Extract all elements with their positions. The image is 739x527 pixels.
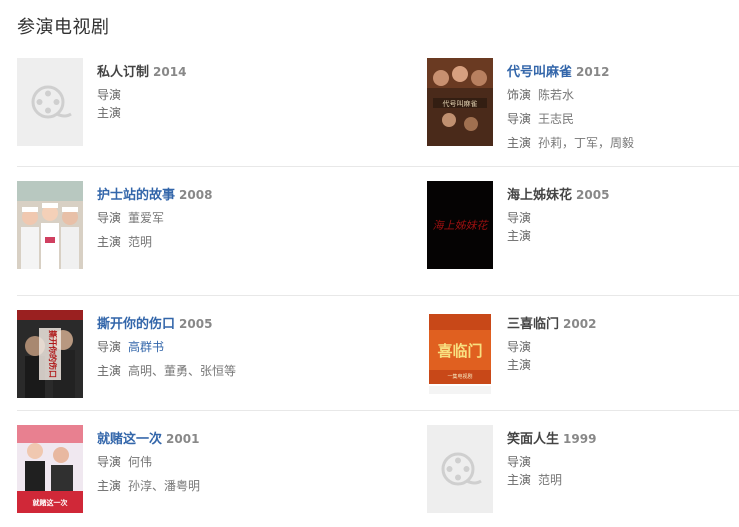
- list-row: 就赌这一次 就赌这一次 2001 导演 何伟 主演 孙淳、潘粤明 笑面人生 19…: [17, 411, 739, 527]
- svg-text:喜临门: 喜临门: [437, 342, 482, 360]
- director-link[interactable]: 高群书: [128, 340, 164, 354]
- list-row: 撕开你的伤口 撕开你的伤口 2005 导演 高群书 主演 高明、董勇、张恒等 喜临门 …: [17, 296, 739, 411]
- work-year: 1999: [563, 432, 597, 446]
- role-label: 饰演: [507, 88, 532, 102]
- work-title-link[interactable]: 撕开你的伤口: [97, 317, 175, 332]
- work-title-link[interactable]: 代号叫麻雀: [507, 65, 572, 80]
- list-row: 私人订制 2014 导演 主演 代号叫麻雀 代号叫麻雀 2012 饰演 陈若水 …: [17, 58, 739, 167]
- tv-drama-list: 私人订制 2014 导演 主演 代号叫麻雀 代号叫麻雀 2012 饰演 陈若水 …: [17, 58, 739, 527]
- cast-value: 孙淳、潘粤明: [128, 479, 201, 493]
- role-value: 陈若水: [538, 88, 575, 102]
- cast-value: 范明: [128, 235, 153, 249]
- svg-text:撕开你的伤口: 撕开你的伤口: [48, 330, 58, 378]
- cast-label: 主演: [97, 235, 122, 249]
- cast-value: 孙莉，丁军，周毅: [538, 136, 635, 150]
- cast-label: 主演: [507, 473, 532, 487]
- director-value: 何伟: [128, 455, 153, 469]
- poster-placeholder[interactable]: [427, 425, 493, 513]
- work-year: 2005: [576, 188, 610, 202]
- poster-hushizhandegushi[interactable]: [17, 181, 83, 269]
- work-title: 三喜临门: [507, 317, 560, 332]
- director-label: 导演: [97, 455, 122, 469]
- cast-label: 主演: [507, 229, 532, 243]
- svg-text:海上姊妹花: 海上姊妹花: [433, 219, 490, 232]
- work-title: 笑面人生: [507, 432, 560, 447]
- poster-sikainideshangkou[interactable]: 撕开你的伤口: [17, 310, 83, 398]
- work-title: 私人订制: [97, 65, 150, 80]
- director-label: 导演: [507, 455, 532, 469]
- cast-label: 主演: [97, 479, 122, 493]
- work-title: 海上姊妹花: [507, 188, 573, 203]
- poster-sanxilinmen[interactable]: 喜临门 一集电视剧: [427, 310, 493, 398]
- director-label: 导演: [97, 88, 122, 102]
- director-value: 董爱军: [128, 211, 165, 225]
- film-reel-icon: [31, 85, 72, 119]
- poster-daihaojiaomaque[interactable]: 代号叫麻雀: [427, 58, 493, 146]
- poster-haishangzimeihua[interactable]: 海上姊妹花: [427, 181, 493, 269]
- work-year: 2008: [179, 188, 213, 202]
- work-year: 2014: [153, 65, 187, 79]
- director-label: 导演: [97, 340, 122, 354]
- poster-placeholder[interactable]: [17, 58, 83, 146]
- cast-label: 主演: [97, 364, 122, 378]
- svg-text:代号叫麻雀: 代号叫麻雀: [443, 99, 478, 108]
- cast-label: 主演: [97, 106, 122, 120]
- director-value: 王志民: [538, 112, 575, 126]
- director-label: 导演: [507, 340, 532, 354]
- cast-value: 范明: [538, 473, 563, 487]
- work-year: 2005: [179, 317, 213, 331]
- director-label: 导演: [507, 211, 532, 225]
- svg-text:一集电视剧: 一集电视剧: [447, 373, 472, 380]
- section-title: 参演电视剧: [17, 17, 110, 38]
- work-title-link[interactable]: 就赌这一次: [97, 432, 162, 447]
- work-year: 2002: [563, 317, 597, 331]
- cast-label: 主演: [507, 136, 532, 150]
- film-reel-icon: [441, 452, 482, 486]
- director-label: 导演: [507, 112, 532, 126]
- svg-text:就赌这一次: 就赌这一次: [33, 498, 68, 507]
- director-label: 导演: [97, 211, 122, 225]
- work-year: 2001: [166, 432, 200, 446]
- cast-label: 主演: [507, 358, 532, 372]
- cast-value: 高明、董勇、张恒等: [128, 364, 237, 378]
- list-row: 护士站的故事 2008 导演 董爱军 主演 范明 海上姊妹花 海上姊妹花 2005 导演…: [17, 167, 739, 296]
- poster-jiuduzheyici[interactable]: 就赌这一次: [17, 425, 83, 513]
- work-year: 2012: [576, 65, 610, 79]
- work-title-link[interactable]: 护士站的故事: [97, 188, 175, 203]
